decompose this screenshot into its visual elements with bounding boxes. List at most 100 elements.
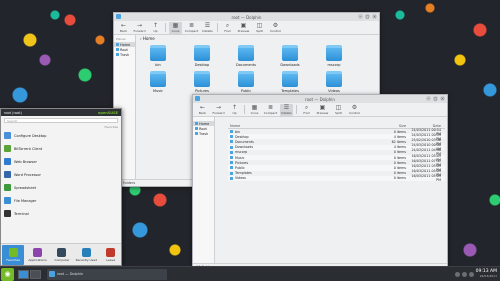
- cell-name: Music: [228, 156, 378, 160]
- folder-icon: [116, 48, 119, 51]
- taskbar-task-dolphin[interactable]: root — Dolphin: [47, 268, 167, 280]
- taskbar-panel: ◉ root — Dolphin 09:13 AM 24/03/2011: [0, 266, 500, 281]
- folder-item[interactable]: Videos: [320, 71, 348, 93]
- details-view: Name Size Date bin 0 items 24/03/2011 00:5…: [228, 123, 445, 183]
- toolbar-button-back[interactable]: ← Back: [117, 22, 130, 34]
- cell-name-text: Desktop: [235, 134, 249, 139]
- launcher-favorite-item[interactable]: Terminal: [1, 207, 121, 220]
- toolbar-button-details[interactable]: ☰ Details: [280, 103, 293, 116]
- toolbar-button-control[interactable]: ⚙ Control: [348, 104, 361, 116]
- places-item-label: Root: [199, 126, 207, 131]
- column-header-size[interactable]: Size: [378, 124, 408, 128]
- toolbar-button-label: Back: [119, 28, 128, 33]
- launcher-item-label: File Manager: [14, 198, 37, 203]
- folder-label: mscorp: [327, 63, 341, 67]
- dolphin-window-details[interactable]: root — Dolphin – □ × ← Back → Forward ↑ Up ▦ Ic…: [192, 94, 448, 271]
- launcher-tab-favorites[interactable]: Favorites: [2, 244, 25, 265]
- application-launcher-menu: root (root) openSUSE Search: Favorites C…: [0, 108, 122, 266]
- cell-size: 0 items: [393, 171, 406, 176]
- digital-clock[interactable]: 09:13 AM 24/03/2011: [476, 269, 497, 278]
- toolbar-button-compact[interactable]: ≣ Compact: [264, 104, 277, 116]
- notifications-icon[interactable]: [468, 271, 474, 277]
- folder-item[interactable]: Public: [232, 71, 260, 93]
- table-row[interactable]: Videos 0 items 16/03/2011 05:09 PM: [228, 174, 445, 183]
- places-item-trash[interactable]: Trash: [193, 131, 214, 136]
- cell-name-text: Public: [235, 165, 245, 170]
- app-icon: [4, 210, 11, 217]
- folder-item[interactable]: Downloads: [276, 45, 304, 67]
- toolbar-button-find[interactable]: ⌕ Find: [221, 22, 234, 34]
- maximize-icon[interactable]: □: [433, 96, 438, 101]
- folder-icon: [195, 132, 198, 135]
- window-titlebar[interactable]: root — Dolphin – □ ×: [114, 13, 379, 21]
- pager-desktop-2[interactable]: [30, 269, 41, 279]
- toolbar-button-forward[interactable]: → Forward: [212, 104, 225, 116]
- minimize-icon[interactable]: –: [358, 14, 363, 19]
- folder-item[interactable]: Documents: [232, 45, 260, 67]
- launcher-item-label: Spreadsheet: [14, 185, 37, 190]
- close-icon[interactable]: ×: [372, 14, 377, 19]
- folder-item[interactable]: Templates: [276, 71, 304, 93]
- launcher-tab-leave[interactable]: Leave: [100, 245, 121, 265]
- toolbar-button-split[interactable]: ◫ Split: [332, 104, 345, 116]
- toolbar-button-preview[interactable]: ▣ Preview: [316, 104, 329, 116]
- folder-item[interactable]: Pictures: [188, 71, 216, 93]
- toolbar-button-find[interactable]: ⌕ Find: [300, 104, 313, 116]
- folder-icon: [282, 71, 298, 87]
- launcher-search-input[interactable]: Search:: [4, 118, 118, 123]
- cell-size: 4 items: [393, 145, 406, 150]
- launcher-tab-applications[interactable]: Applications: [27, 245, 49, 265]
- breadcrumb[interactable]: › Home: [137, 35, 158, 41]
- toolbar-button-details[interactable]: ☰ Details: [201, 22, 214, 34]
- toolbar-button-icons[interactable]: ▦ Icons: [248, 104, 261, 116]
- toolbar-button-forward[interactable]: → Forward: [133, 22, 146, 34]
- cell-name: Downloads: [228, 145, 378, 149]
- folder-item[interactable]: bin: [144, 45, 172, 67]
- window-title: root — Dolphin: [231, 14, 262, 20]
- cell-size: 0 items: [393, 176, 406, 181]
- cell-name: bin: [228, 130, 378, 134]
- folder-icon: [230, 140, 233, 144]
- kickoff-launcher-button[interactable]: ◉: [1, 267, 14, 281]
- folder-icon: [238, 71, 254, 87]
- window-titlebar[interactable]: root — Dolphin – □ ×: [193, 95, 447, 103]
- toolbar-button-preview[interactable]: ▣ Preview: [237, 22, 250, 34]
- places-item-label: Home: [120, 42, 131, 47]
- toolbar-button-split[interactable]: ◫ Split: [253, 22, 266, 34]
- volume-icon[interactable]: [461, 271, 467, 277]
- launcher-favorite-item[interactable]: File Manager: [1, 194, 121, 207]
- maximize-icon[interactable]: □: [365, 14, 370, 19]
- pager-desktop-1[interactable]: [18, 269, 29, 279]
- launcher-favorite-item[interactable]: Configure Desktop: [1, 129, 121, 142]
- launcher-favorite-item[interactable]: Spreadsheet: [1, 181, 121, 194]
- launcher-favorite-item[interactable]: Web Browser: [1, 155, 121, 168]
- launcher-item-label: Web Browser: [14, 159, 37, 164]
- minimize-icon[interactable]: –: [426, 96, 431, 101]
- cell-name: mscorp: [228, 150, 378, 154]
- launcher-favorite-item[interactable]: Word Processor: [1, 168, 121, 181]
- folder-item[interactable]: Desktop: [188, 45, 216, 67]
- launcher-item-label: Word Processor: [14, 172, 41, 177]
- close-icon[interactable]: ×: [440, 96, 445, 101]
- launcher-favorite-item[interactable]: BitTorrent Client: [1, 142, 121, 155]
- toolbar-button-up[interactable]: ↑ Up: [228, 104, 241, 116]
- toolbar-button-back[interactable]: ← Back: [196, 104, 209, 116]
- launcher-tab-computer[interactable]: Computer: [51, 245, 73, 265]
- launcher-tab-recently-used[interactable]: Recently Used: [75, 245, 97, 265]
- toolbar-button-up[interactable]: ↑ Up: [149, 22, 162, 34]
- folder-item[interactable]: mscorp: [320, 45, 348, 67]
- toolbar-separator: [296, 105, 297, 114]
- toolbar-button-compact[interactable]: ≣ Compact: [185, 22, 198, 34]
- toolbar-button-icons[interactable]: ▦ Icons: [169, 21, 182, 34]
- toolbar-button-label: Up: [232, 110, 237, 115]
- cell-name-text: Pictures: [235, 160, 249, 165]
- tab-label: Recently Used: [75, 257, 98, 262]
- network-icon[interactable]: [454, 271, 460, 277]
- toolbar-button-label: Details: [281, 110, 292, 115]
- cell-date: 16/03/2011 05:09 PM: [411, 174, 441, 183]
- folder-item[interactable]: Music: [144, 71, 172, 93]
- places-item-trash[interactable]: Trash: [114, 52, 135, 57]
- toolbar-button-control[interactable]: ⚙ Control: [269, 22, 282, 34]
- column-header-name[interactable]: Name: [228, 124, 378, 128]
- toolbar-button-label: Compact: [263, 110, 278, 115]
